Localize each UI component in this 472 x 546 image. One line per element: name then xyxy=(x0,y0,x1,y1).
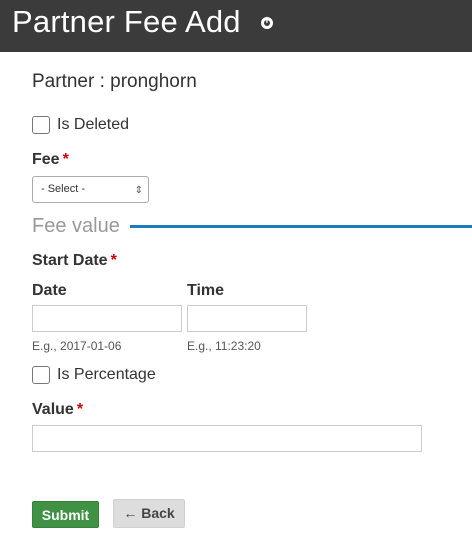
is-deleted-checkbox[interactable] xyxy=(32,116,50,134)
is-percentage-checkbox[interactable] xyxy=(32,366,50,384)
fee-select-value: - Select - xyxy=(41,183,86,195)
start-date-label-text: Start Date xyxy=(32,252,108,269)
time-input[interactable] xyxy=(187,305,307,332)
is-deleted-label: Is Deleted xyxy=(57,116,130,133)
fee-required-mark: * xyxy=(62,151,69,168)
page-title: Partner Fee Add xyxy=(12,4,241,39)
start-date-label: Start Date * xyxy=(32,252,117,270)
fee-label-text: Fee xyxy=(32,151,60,168)
section-divider xyxy=(130,225,472,228)
is-deleted-checkbox-row[interactable]: Is Deleted xyxy=(32,116,129,134)
date-label: Date xyxy=(32,282,67,299)
fee-label: Fee * xyxy=(32,151,69,169)
is-percentage-label: Is Percentage xyxy=(57,366,156,383)
fee-select[interactable]: - Select - ⇕ xyxy=(32,176,149,203)
value-required-mark: * xyxy=(76,401,84,418)
back-button[interactable]: ← Back xyxy=(113,499,185,528)
value-label: Value * xyxy=(32,401,83,419)
date-input[interactable] xyxy=(32,305,182,332)
chevron-updown-icon: ⇕ xyxy=(134,185,143,196)
date-hint: E.g., 2017-01-06 xyxy=(32,339,122,353)
submit-button[interactable]: Submit xyxy=(32,501,99,528)
fee-value-section-title: Fee value xyxy=(32,215,120,237)
plus-circle-icon[interactable] xyxy=(261,15,273,29)
page-header: Partner Fee Add xyxy=(0,0,472,52)
is-percentage-checkbox-row[interactable]: Is Percentage xyxy=(32,366,156,384)
value-label-text: Value xyxy=(32,401,74,418)
time-label: Time xyxy=(187,282,225,299)
time-hint: E.g., 11:23:20 xyxy=(187,339,261,353)
value-input[interactable] xyxy=(32,425,422,452)
start-date-required-mark: * xyxy=(110,252,117,269)
partner-subtitle: Partner : pronghorn xyxy=(32,71,197,92)
